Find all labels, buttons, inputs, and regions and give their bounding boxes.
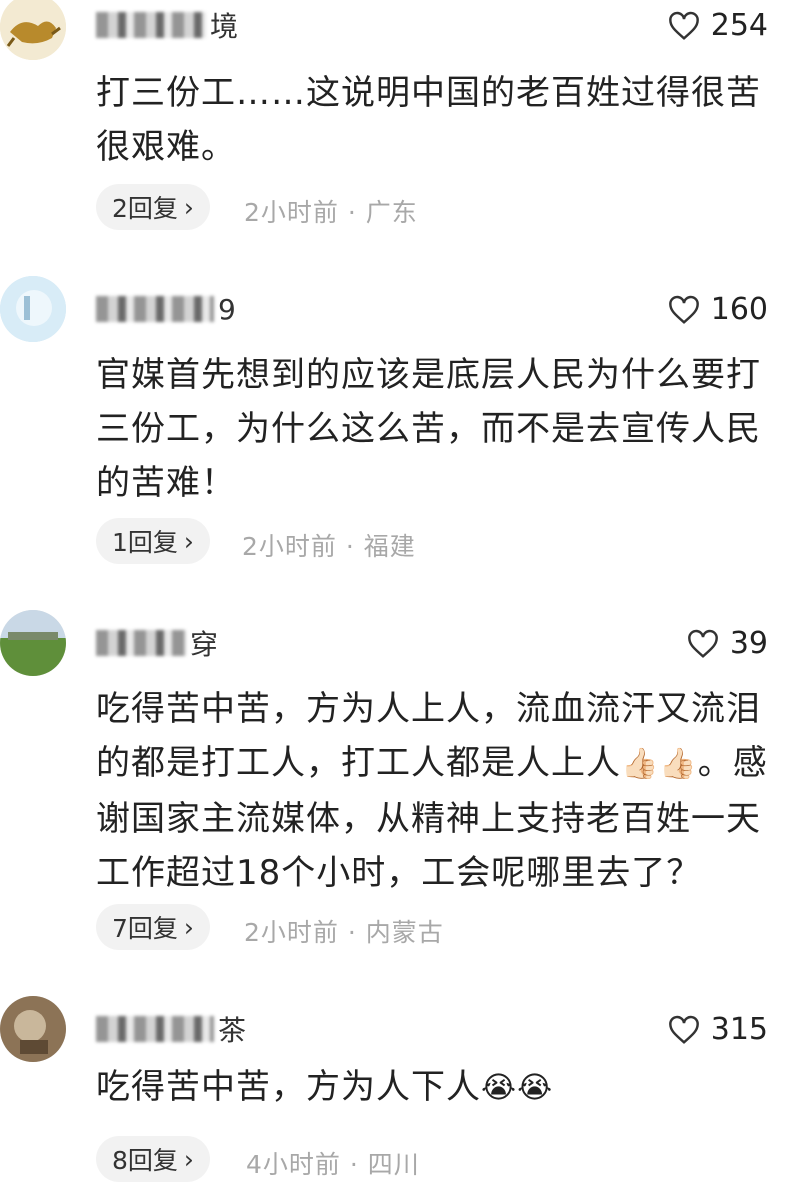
thumbs-up-icon: 👍🏻: [659, 746, 698, 782]
heart-outline-icon: [668, 1015, 699, 1044]
avatar[interactable]: [0, 610, 66, 676]
thumbs-up-icon: 👍🏻: [621, 746, 660, 782]
reply-count-button[interactable]: 7回复 ›: [96, 904, 210, 950]
heart-outline-icon: [668, 11, 699, 40]
chevron-right-icon: ›: [183, 912, 194, 942]
like-count: 39: [729, 626, 768, 661]
comment-text: 吃得苦中苦，方为人下人😭😭: [96, 1067, 554, 1107]
like-button[interactable]: 254: [667, 8, 768, 43]
chevron-right-icon: ›: [183, 192, 194, 222]
heart-outline-icon: [668, 295, 699, 324]
reply-count-button[interactable]: 8回复 ›: [96, 1136, 210, 1182]
comment-meta: 2小时前 · 福建: [242, 532, 416, 561]
heart-outline-icon: [687, 629, 718, 658]
username[interactable]: 穿: [96, 626, 219, 661]
crying-face-icon: 😭: [517, 1070, 554, 1106]
reply-count-button[interactable]: 1回复 ›: [96, 518, 210, 564]
avatar[interactable]: [0, 276, 66, 342]
comment-meta: 4小时前 · 四川: [246, 1150, 420, 1179]
reply-count-button[interactable]: 2回复 ›: [96, 184, 210, 230]
username[interactable]: 境: [96, 8, 239, 43]
chevron-right-icon: ›: [183, 1144, 194, 1174]
username[interactable]: 9: [96, 292, 237, 326]
crying-face-icon: 😭: [481, 1070, 518, 1106]
comment-meta: 2小时前 · 内蒙古: [244, 918, 444, 947]
comment-text: 吃得苦中苦，方为人上人，流血流汗又流泪的都是打工人，打工人都是人上人👍🏻👍🏻。感…: [96, 689, 768, 893]
like-button[interactable]: 315: [667, 1012, 768, 1047]
comment-meta: 2小时前 · 广东: [244, 198, 418, 227]
username[interactable]: 茶: [96, 1012, 247, 1047]
comment-text: 打三份工……这说明中国的老百姓过得很苦很艰难。: [96, 73, 761, 167]
like-button[interactable]: 160: [667, 292, 768, 327]
avatar[interactable]: [0, 0, 66, 60]
avatar[interactable]: [0, 996, 66, 1062]
like-count: 254: [710, 8, 768, 43]
chevron-right-icon: ›: [183, 526, 194, 556]
like-count: 160: [710, 292, 768, 327]
like-count: 315: [710, 1012, 768, 1047]
like-button[interactable]: 39: [686, 626, 768, 661]
comment-text: 官媒首先想到的应该是底层人民为什么要打三份工，为什么这么苦，而不是去宣传人民的苦…: [96, 355, 761, 503]
